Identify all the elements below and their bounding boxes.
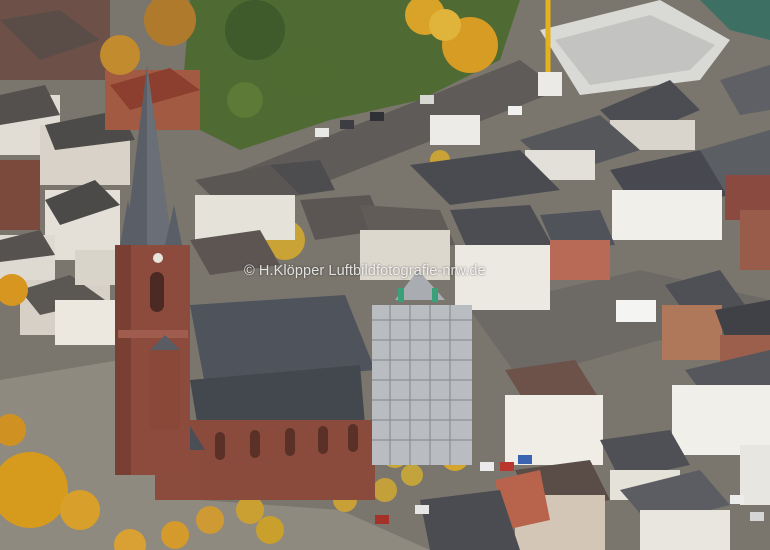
church-clock (153, 253, 163, 263)
photo-watermark: © H.Klöpper Luftbildfotografie-nrw.de (244, 263, 486, 279)
aerial-photo: © H.Klöpper Luftbildfotografie-nrw.de (0, 0, 770, 550)
church-nave-wall (185, 420, 375, 500)
